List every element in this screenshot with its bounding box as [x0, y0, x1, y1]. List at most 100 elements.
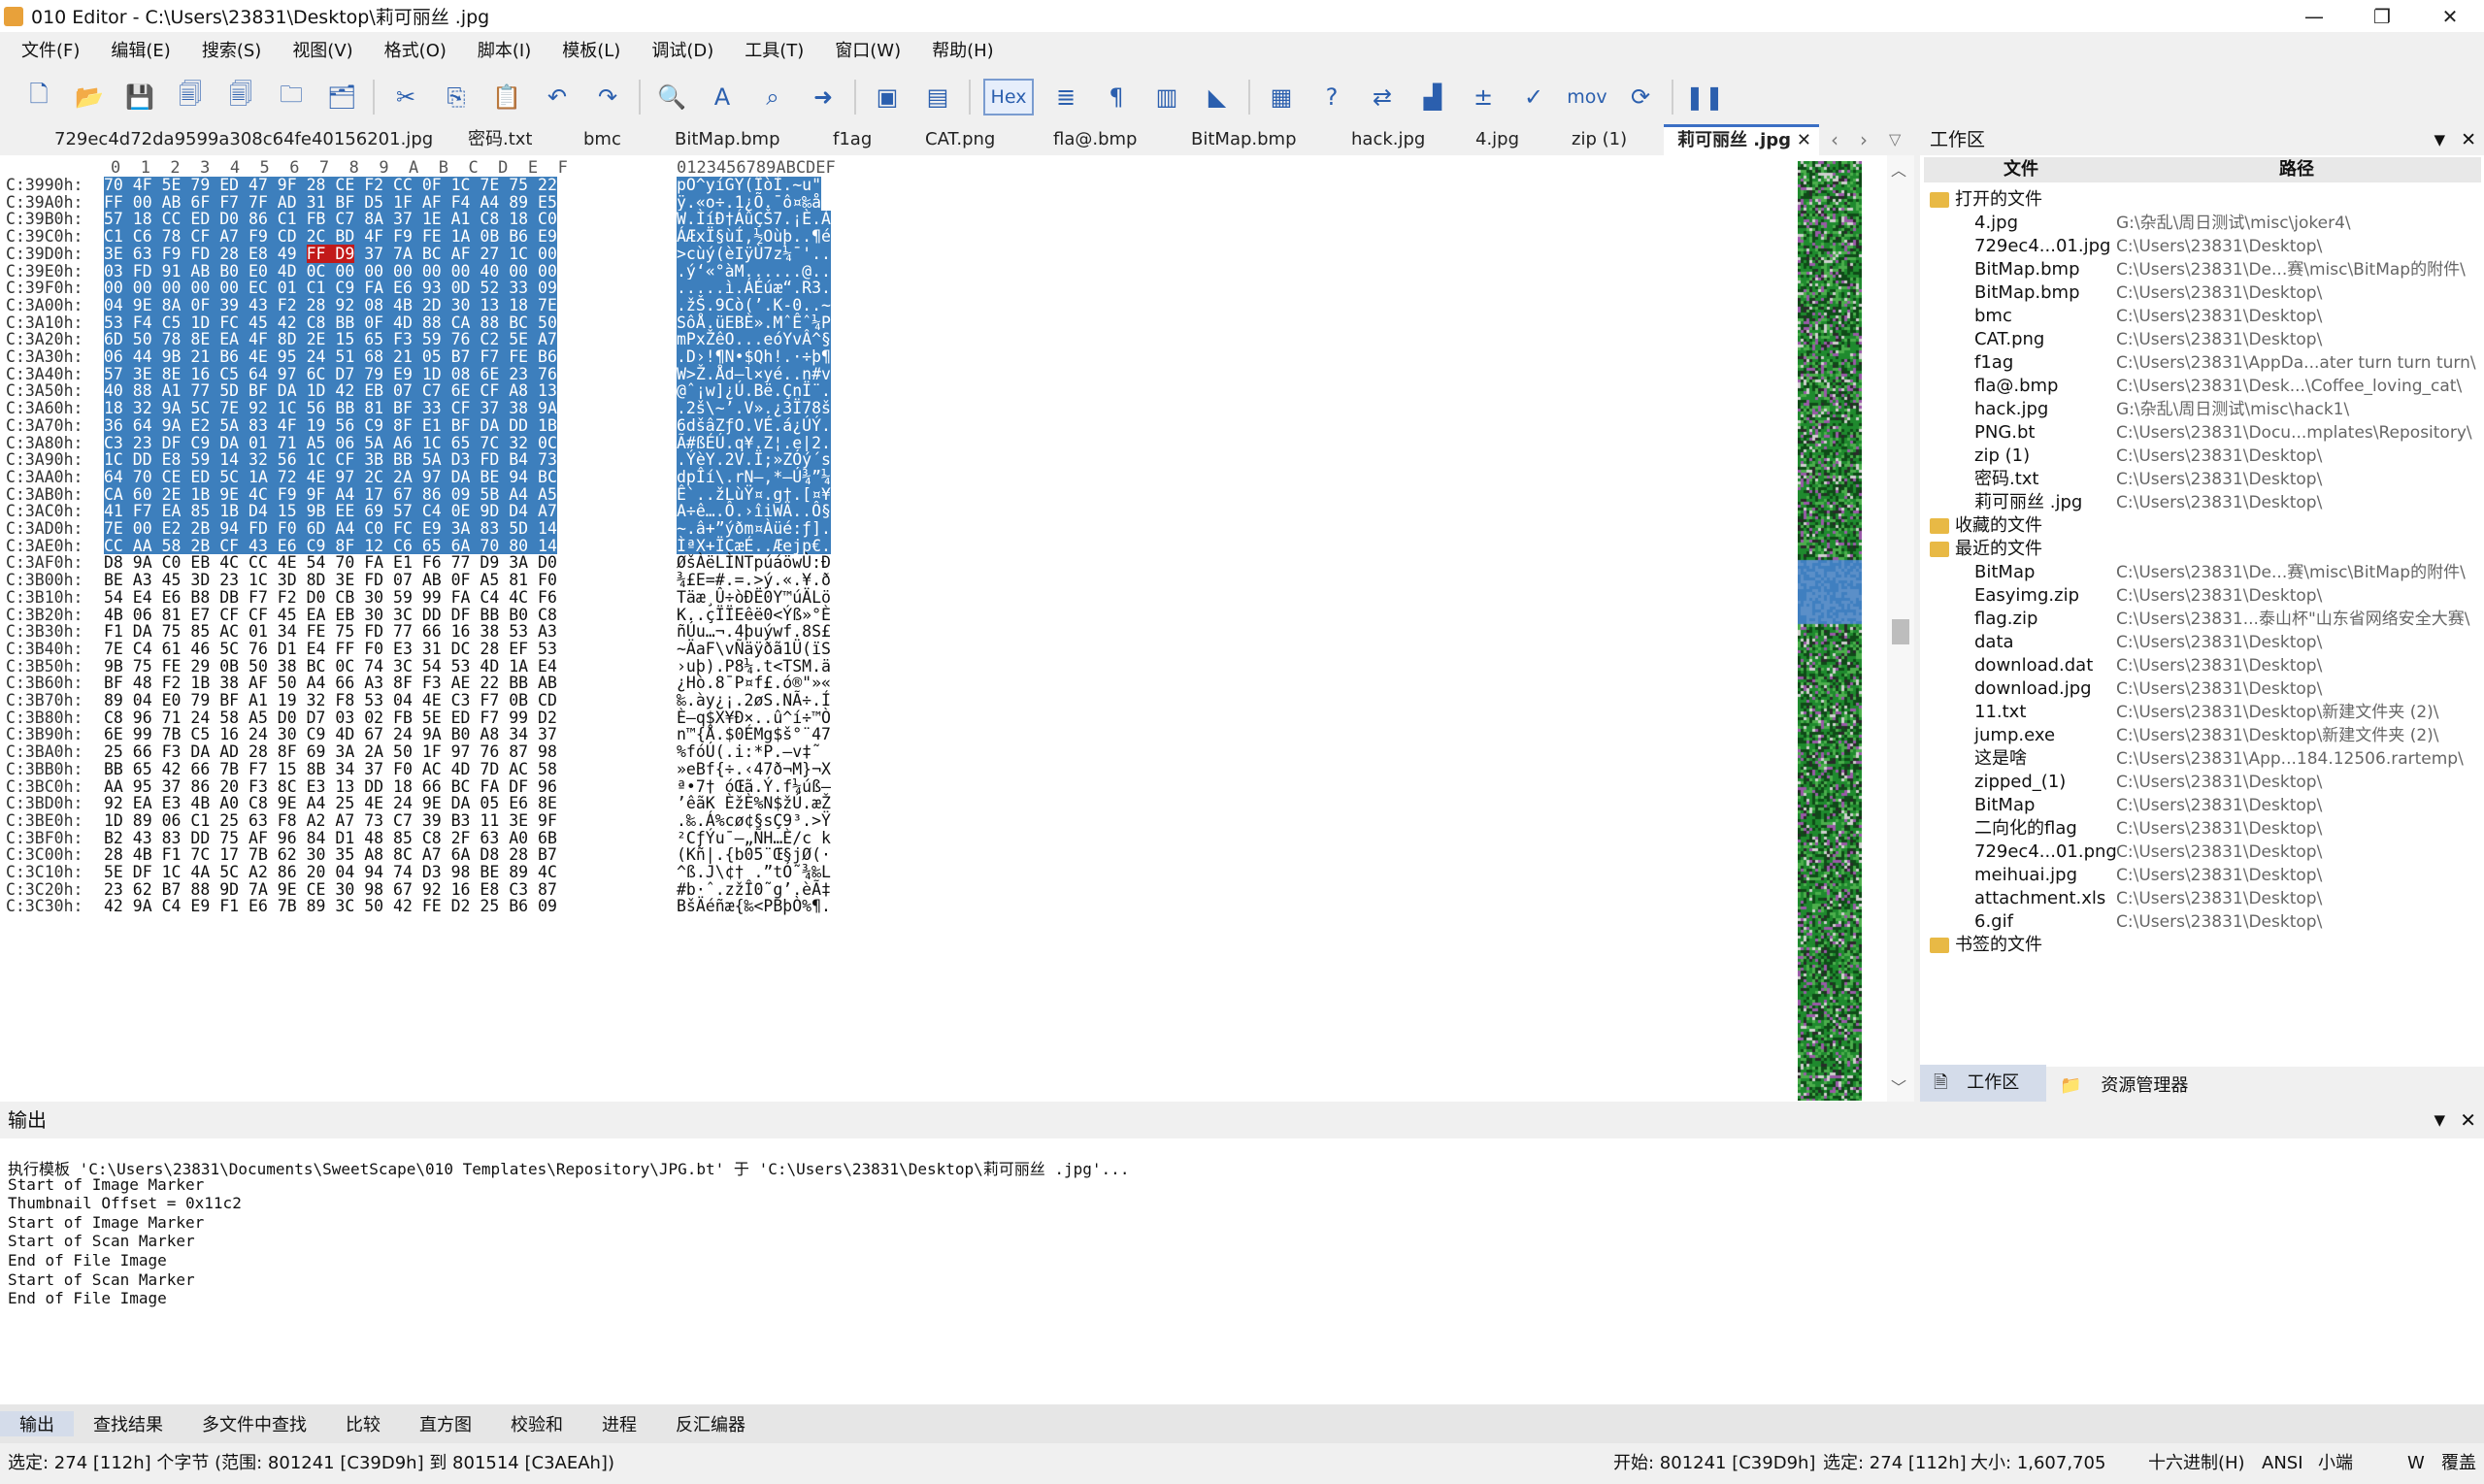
row-hex-bytes[interactable]: AA 95 37 86 20 F3 8C E3 13 DD 18 66 BC F…: [104, 777, 557, 796]
status-mode[interactable]: 十六进制(H): [2148, 1443, 2245, 1484]
goto-icon[interactable]: ➜: [805, 79, 842, 115]
menu-item[interactable]: 文件(F): [6, 37, 95, 62]
row-ascii[interactable]: W.ÌíÐ†ÁûÇŠ7.¡È.À: [677, 211, 831, 229]
panel-menu-icon[interactable]: ▼: [2434, 124, 2445, 155]
row-hex-bytes[interactable]: 64 70 CE ED 5C 1A 72 4E 97 2C 2A 97 DA B…: [104, 469, 557, 486]
convert-icon[interactable]: ⟳: [1622, 79, 1659, 115]
row-ascii[interactable]: »eBf{÷.‹47ð¬M}¬X: [677, 761, 831, 778]
hex-editor[interactable]: 0 1 2 3 4 5 6 7 8 9 A B C D E F 01234567…: [0, 155, 1914, 1102]
col-file-header[interactable]: 文件: [2004, 157, 2038, 182]
status-overwrite[interactable]: 覆盖: [2441, 1443, 2476, 1484]
workspace-file[interactable]: download.dat C:\Users\23831\Desktop\: [1920, 654, 2484, 677]
row-hex-bytes[interactable]: 25 66 F3 DA AD 28 8F 69 3A 2A 50 1F 97 7…: [104, 743, 557, 761]
maximize-button[interactable]: ❐: [2348, 0, 2416, 32]
row-hex-bytes[interactable]: F1 DA 75 85 AC 01 34 FE 75 FD 77 66 16 3…: [104, 623, 557, 641]
workspace-file[interactable]: Easyimg.zip C:\Users\23831\Desktop\: [1920, 584, 2484, 608]
workspace-file[interactable]: 11.txt C:\Users\23831\Desktop\新建文件夹 (2)\: [1920, 701, 2484, 724]
open-folder-icon[interactable]: 🗀: [273, 79, 310, 115]
workspace-file[interactable]: BitMap.bmp C:\Users\23831\De...赛\misc\Bit…: [1920, 258, 2484, 281]
row-ascii[interactable]: n™{Å.$0ÉMg$š°¨47: [677, 726, 831, 743]
workspace-file[interactable]: bmc C:\Users\23831\Desktop\: [1920, 305, 2484, 328]
workspace-file[interactable]: data C:\Users\23831\Desktop\: [1920, 631, 2484, 654]
row-hex-bytes[interactable]: 06 44 9B 21 B6 4E 95 24 51 68 21 05 B7 F…: [104, 348, 557, 366]
pause-icon[interactable]: ❚❚: [1685, 79, 1724, 115]
row-ascii[interactable]: ÌªX+ÏCæÉ..Æejp€.: [677, 537, 831, 555]
row-ascii[interactable]: ^ß.J\¢† .”tÓ˜¾‰L: [677, 864, 831, 881]
row-hex-bytes[interactable]: 18 32 9A 5C 7E 92 1C 56 BB 81 BF 33 CF 3…: [104, 400, 557, 417]
row-ascii[interactable]: ‰.ày¿¡.2øS.NÃ÷.Í: [677, 692, 831, 709]
row-ascii[interactable]: ¾£E=#.=.>ý.«.¥.ð: [677, 572, 831, 589]
row-ascii[interactable]: Ã#ßÉÚ.q¥.Z¦.e|2.: [677, 434, 831, 452]
bottom-tab[interactable]: 反汇编器: [656, 1411, 765, 1436]
row-ascii[interactable]: K..çÏÏEêë0<Ýß»°È: [677, 606, 831, 624]
undo-icon[interactable]: ↶: [539, 79, 576, 115]
file-tab-active[interactable]: 莉可丽丝 .jpg ✕: [1664, 124, 1819, 155]
workspace-file[interactable]: BitMap.bmp C:\Users\23831\Desktop\: [1920, 281, 2484, 305]
workspace-file[interactable]: zip (1) C:\Users\23831\Desktop\: [1920, 445, 2484, 468]
row-ascii[interactable]: .....ì.ÁÉúæ“.R3.: [677, 280, 831, 297]
close-tab-icon[interactable]: ✕: [1797, 127, 1811, 153]
row-hex-bytes[interactable]: D8 9A C0 EB 4C CC 4E 54 70 FA E1 F6 77 D…: [104, 554, 557, 572]
workspace-file[interactable]: jump.exe C:\Users\23831\Desktop\新建文件夹 (2)…: [1920, 724, 2484, 747]
row-ascii[interactable]: .2š\~’.V».¿3Ï78š: [677, 400, 831, 417]
row-ascii[interactable]: >cùý(èIÿÙ7z¼¯'..: [677, 246, 831, 263]
workspace-file[interactable]: BitMap C:\Users\23831\Desktop\: [1920, 794, 2484, 817]
row-hex-bytes[interactable]: 28 4B F1 7C 17 7B 62 30 35 A8 8C A7 6A D…: [104, 846, 557, 864]
row-hex-bytes[interactable]: BB 65 42 66 7B F7 15 8B 34 37 F0 AC 4D 7…: [104, 761, 557, 778]
tab-right-arrow-icon[interactable]: ›: [1860, 124, 1868, 155]
find-icon[interactable]: 🔍: [653, 79, 690, 115]
menu-item[interactable]: 脚本(I): [462, 37, 546, 62]
hex-mode-button[interactable]: Hex: [983, 79, 1034, 115]
output-close-icon[interactable]: ✕: [2460, 1102, 2476, 1138]
cut-icon[interactable]: ✂: [387, 79, 424, 115]
workspace-file[interactable]: 729ec4...01.png C:\Users\23831\Desktop\: [1920, 841, 2484, 864]
workspace-file[interactable]: CAT.png C:\Users\23831\Desktop\: [1920, 328, 2484, 351]
workspace-file[interactable]: 4.jpg G:\杂乱\周日测试\misc\joker4\: [1920, 212, 2484, 235]
row-ascii[interactable]: ÿ.«o÷.­1¿Õ.¯ô¤‰å: [677, 193, 822, 212]
row-hex-bytes[interactable]: 5E DF 1C 4A 5C A2 86 20 04 94 74 D3 98 B…: [104, 864, 557, 881]
text-mode-icon[interactable]: ≣: [1047, 79, 1084, 115]
menu-item[interactable]: 模板(L): [546, 37, 636, 62]
row-hex-bytes[interactable]: C8 96 71 24 58 A5 D0 D7 03 02 FB 5E ED F…: [104, 709, 557, 727]
row-hex-bytes[interactable]: 92 EA E3 4B A0 C8 9E A4 25 4E 24 9E DA 0…: [104, 795, 557, 812]
save-as-icon[interactable]: 🗐: [172, 79, 209, 115]
workspace-file[interactable]: hack.jpg G:\杂乱\周日测试\misc\hack1\: [1920, 398, 2484, 421]
file-tab[interactable]: hack.jpg: [1351, 124, 1425, 155]
run-template-icon[interactable]: ▤: [919, 79, 956, 115]
row-hex-bytes[interactable]: 00 00 00 00 00 EC 01 C1 C9 FA E6 93 0D 5…: [104, 280, 557, 297]
row-ascii[interactable]: ¿Hò.8¯P¤f£.ó®"»«: [677, 675, 831, 692]
scroll-thumb[interactable]: [1892, 619, 1909, 644]
file-tab[interactable]: CAT.png: [925, 124, 995, 155]
row-ascii[interactable]: ’êãK ÈžÈ%N$žÚ.æŽ: [677, 795, 831, 812]
row-ascii[interactable]: W>Ž.Åd—l×yé..n#v: [677, 365, 831, 383]
row-ascii[interactable]: ~ÄaF\vÑäÿðã1Ü(ïS: [677, 641, 831, 658]
find-in-files-icon[interactable]: ⌕: [754, 79, 791, 115]
calculator-icon[interactable]: ▦: [1263, 79, 1300, 115]
workspace-group[interactable]: 最近的文件: [1920, 538, 2484, 561]
row-hex-bytes[interactable]: 1D 89 06 C1 25 63 F8 A2 A7 73 C7 39 B3 1…: [104, 812, 557, 830]
workspace-file[interactable]: 729ec4...01.jpg C:\Users\23831\Desktop\: [1920, 235, 2484, 258]
row-hex-bytes[interactable]: 89 04 E0 79 BF A1 19 32 F8 53 04 4E C3 F…: [104, 692, 557, 709]
row-hex-bytes[interactable]: BF 48 F2 1B 38 AF 50 A4 66 A3 8F F3 AE 2…: [104, 675, 557, 692]
menu-item[interactable]: 格式(O): [369, 37, 462, 62]
checksum-icon[interactable]: ✓: [1515, 79, 1552, 115]
workspace-group[interactable]: 书签的文件: [1920, 934, 2484, 957]
row-ascii[interactable]: ª•7† óŒã.Ý.f¼úß–: [677, 777, 831, 796]
row-ascii[interactable]: È–q$X¥Ð×..û^í÷™Ò: [677, 709, 831, 727]
workspace-file[interactable]: flag.zip C:\Users\23831...泰山杯"山东省网络安全大赛\: [1920, 608, 2484, 631]
tab-list-icon[interactable]: ▽: [1889, 124, 1901, 155]
file-tab[interactable]: fla@.bmp: [1053, 124, 1137, 155]
row-hex-bytes[interactable]: CC AA 58 2B CF 43 E6 C9 8F 12 C6 65 6A 7…: [104, 537, 557, 555]
menu-item[interactable]: 视图(V): [277, 37, 368, 62]
histogram-icon[interactable]: ▟: [1414, 79, 1451, 115]
bottom-tab[interactable]: 比较: [326, 1411, 400, 1436]
row-ascii[interactable]: .ÝèY.2V.Ï;»ZÓý´s: [677, 451, 831, 469]
file-tab[interactable]: 密码.txt: [468, 124, 533, 155]
workspace-file[interactable]: 这是啥 C:\Users\23831\App...184.12506.rartem…: [1920, 747, 2484, 771]
menu-item[interactable]: 工具(T): [729, 37, 819, 62]
menu-item[interactable]: 搜索(S): [186, 37, 277, 62]
col-path-header[interactable]: 路径: [2279, 157, 2314, 182]
row-ascii[interactable]: SôÅ.üEBÈ».MˆÊˆ¼P: [677, 313, 831, 332]
row-hex-bytes[interactable]: 70 4F 5E 79 ED 47 9F 28 CE F2 CC 0F 1C 7…: [104, 177, 557, 194]
menu-item[interactable]: 调试(D): [636, 37, 729, 62]
